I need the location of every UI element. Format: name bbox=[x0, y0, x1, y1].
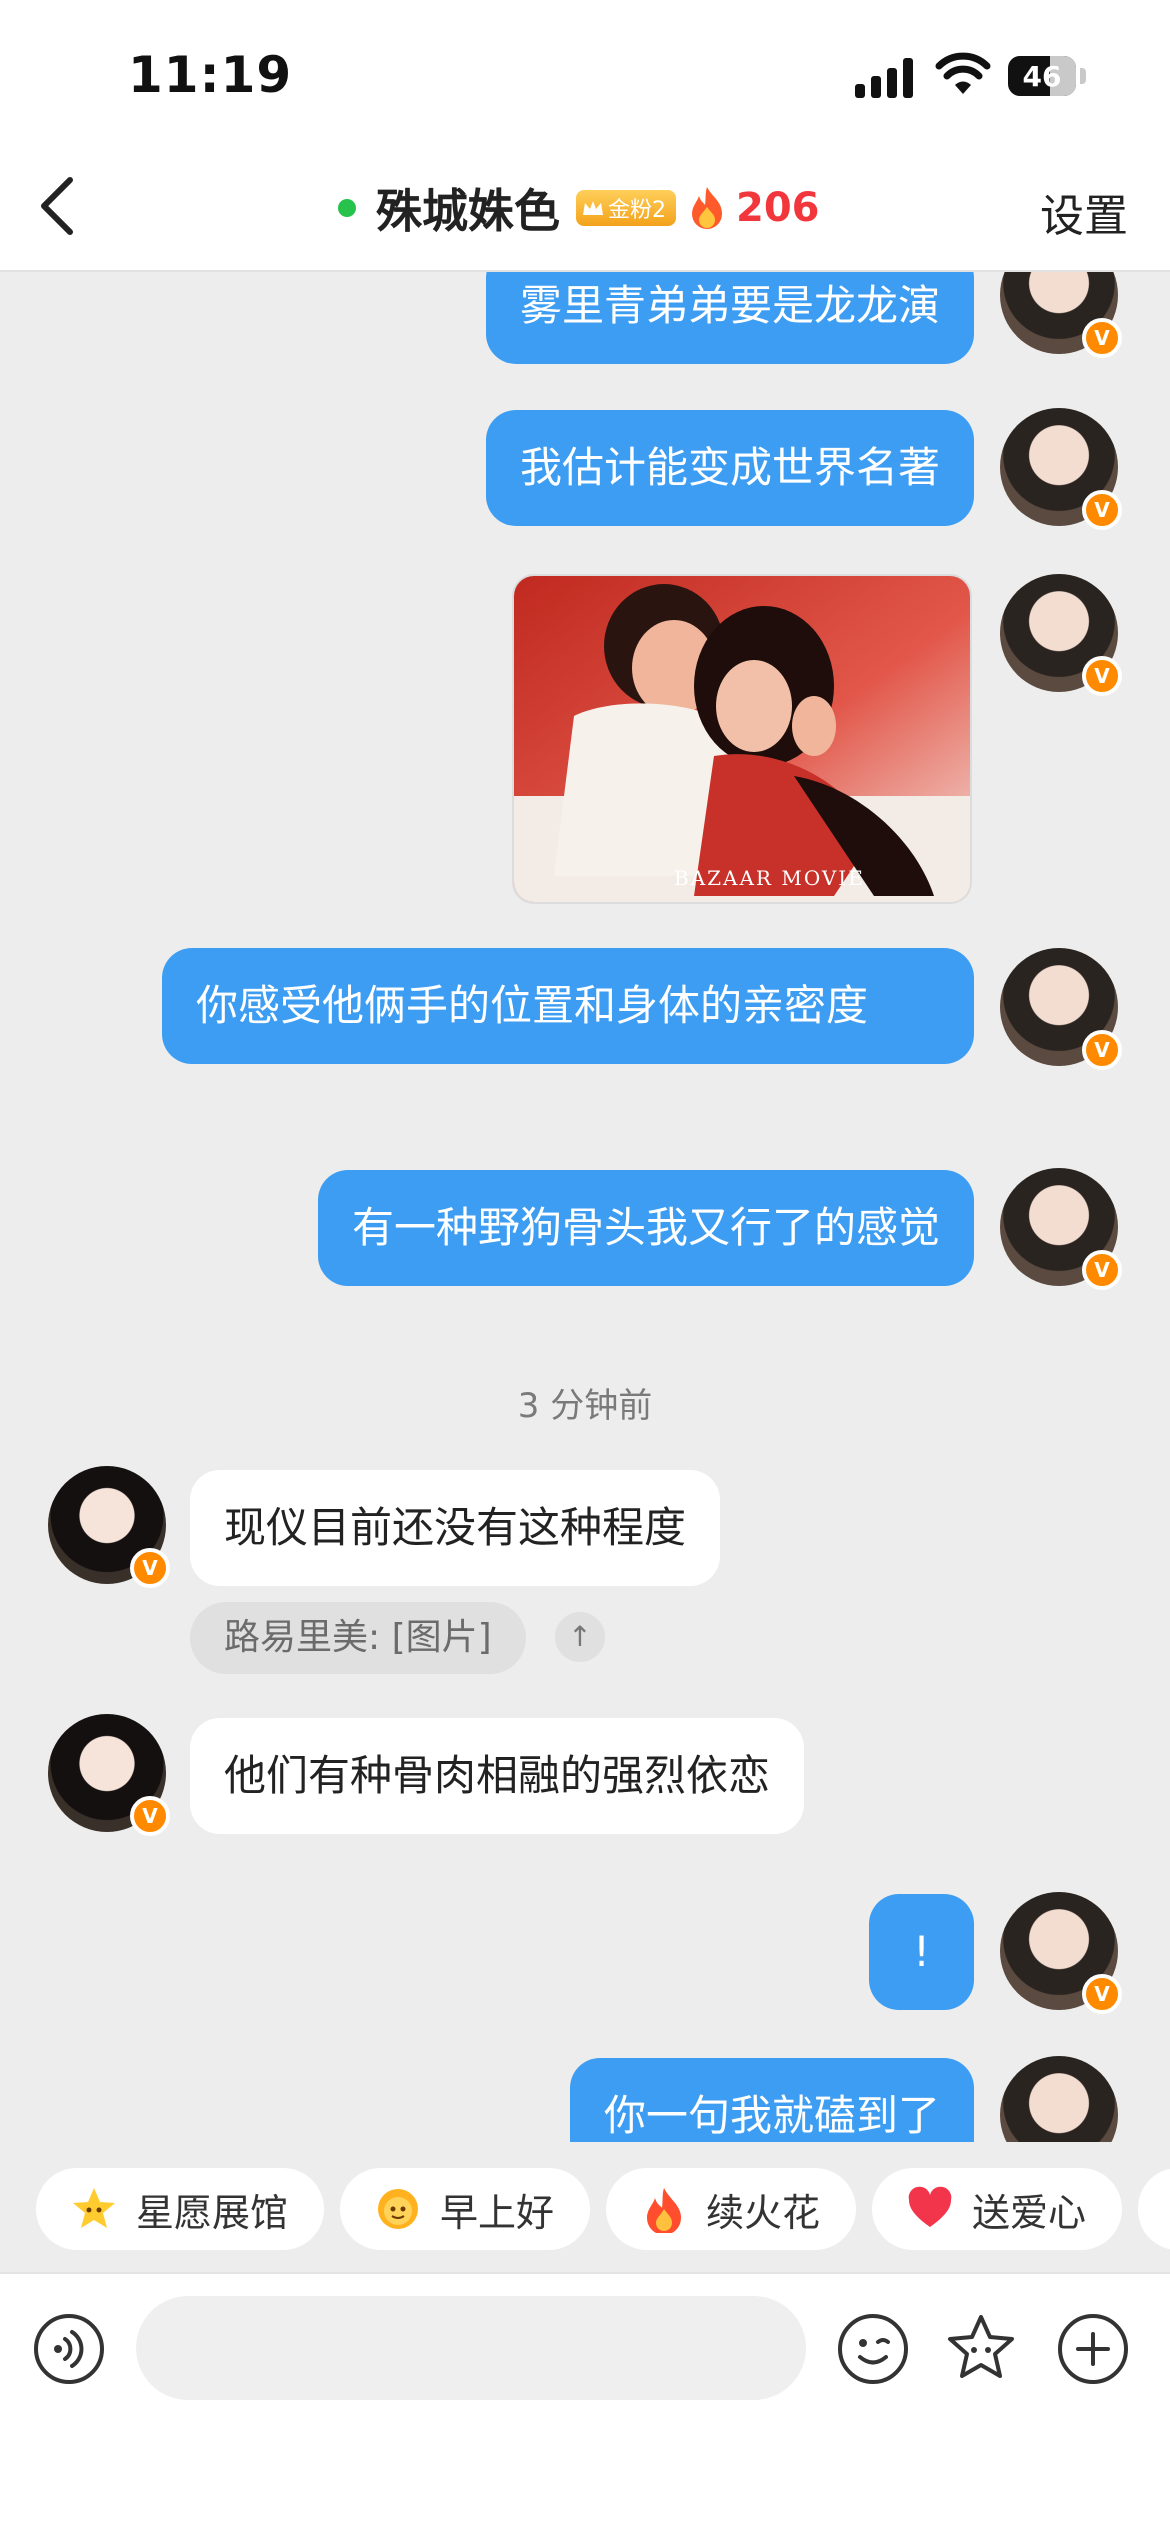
cellular-signal-icon bbox=[855, 58, 915, 98]
sun-face-icon bbox=[378, 2189, 418, 2229]
flame-icon bbox=[692, 187, 722, 229]
battery-icon: 46 bbox=[1008, 56, 1076, 96]
verified-badge-icon: V bbox=[1082, 490, 1122, 530]
verified-badge-icon: V bbox=[1082, 1030, 1122, 1070]
avatar[interactable]: V bbox=[1000, 1168, 1122, 1290]
crown-icon bbox=[583, 201, 603, 215]
message-input[interactable] bbox=[136, 2296, 806, 2400]
online-status-dot bbox=[338, 199, 356, 217]
top-bar: 11:19 46 殊城姝色 金粉2 206 设置 bbox=[0, 0, 1170, 272]
quick-action-chips: 星愿展馆 早上好 续火花 送爱心 bbox=[0, 2142, 1170, 2272]
battery-level: 46 bbox=[1022, 60, 1062, 93]
message-input-bar bbox=[0, 2272, 1170, 2532]
chip-label: 早上好 bbox=[440, 2190, 555, 2235]
heart-icon bbox=[908, 2186, 952, 2227]
wifi-icon bbox=[935, 52, 991, 94]
photo-couple-embrace bbox=[514, 576, 970, 902]
fan-level-badge: 金粉2 bbox=[576, 190, 676, 226]
message-bubble-received[interactable]: 他们有种骨肉相融的强烈依恋 bbox=[190, 1718, 805, 1834]
avatar[interactable] bbox=[1000, 2056, 1118, 2142]
fan-level-label: 金粉2 bbox=[608, 198, 666, 223]
battery-tip bbox=[1080, 68, 1086, 84]
jump-to-quote-icon[interactable]: ↑ bbox=[555, 1612, 605, 1662]
chip-label: 星愿展馆 bbox=[136, 2190, 289, 2235]
verified-badge-icon: V bbox=[130, 1796, 170, 1836]
verified-badge-icon: V bbox=[1082, 1250, 1122, 1290]
message-bubble-sent[interactable]: ! bbox=[869, 1894, 974, 2010]
verified-badge-icon: V bbox=[1082, 318, 1122, 358]
chat-title: 殊城姝色 bbox=[376, 184, 560, 238]
avatar[interactable]: V bbox=[1000, 408, 1122, 530]
avatar[interactable]: V bbox=[1000, 948, 1122, 1070]
chip-continue-spark[interactable]: 续火花 bbox=[606, 2168, 857, 2250]
quoted-message[interactable]: 路易里美: [图片] bbox=[190, 1602, 526, 1674]
avatar[interactable]: V bbox=[48, 1714, 170, 1836]
image-watermark: BAZAAR MOVIE bbox=[674, 866, 865, 890]
add-plus-icon[interactable] bbox=[1056, 2312, 1130, 2386]
emoji-icon[interactable] bbox=[836, 2312, 910, 2386]
avatar[interactable]: V bbox=[1000, 1892, 1122, 2014]
chip-more-partial[interactable] bbox=[1138, 2168, 1170, 2250]
fire-icon bbox=[647, 2188, 681, 2233]
back-arrow-icon[interactable] bbox=[28, 170, 88, 242]
fire-streak-count: 206 bbox=[736, 185, 820, 231]
message-bubble-received[interactable]: 现仪目前还没有这种程度 bbox=[190, 1470, 721, 1586]
chat-title-group[interactable]: 殊城姝色 金粉2 206 bbox=[338, 176, 820, 240]
chat-message-list[interactable]: 雾里青弟弟要是龙龙演 V 我估计能变成世界名著 V BAZAAR MOVIE V… bbox=[0, 272, 1170, 2142]
verified-badge-icon: V bbox=[1082, 1974, 1122, 2014]
message-bubble-sent[interactable]: 我估计能变成世界名著 bbox=[485, 410, 974, 526]
avatar[interactable]: V bbox=[48, 1466, 170, 1588]
verified-badge-icon: V bbox=[130, 1548, 170, 1588]
sticker-star-icon[interactable] bbox=[944, 2312, 1018, 2386]
verified-badge-icon: V bbox=[1082, 656, 1122, 696]
chip-send-love[interactable]: 送爱心 bbox=[872, 2168, 1123, 2250]
chip-label: 送爱心 bbox=[972, 2190, 1087, 2235]
avatar[interactable]: V bbox=[1000, 272, 1122, 358]
avatar[interactable]: V bbox=[1000, 574, 1122, 696]
status-time: 11:19 bbox=[128, 46, 293, 104]
message-timestamp: 3 分钟前 bbox=[517, 1386, 653, 1426]
chip-label: 续火花 bbox=[706, 2190, 821, 2235]
settings-button[interactable]: 设置 bbox=[1040, 180, 1128, 244]
message-bubble-sent[interactable]: 你一句我就磕到了 bbox=[569, 2058, 974, 2142]
chip-good-morning[interactable]: 早上好 bbox=[340, 2168, 591, 2250]
star-face-icon bbox=[73, 2188, 115, 2228]
message-image[interactable]: BAZAAR MOVIE bbox=[512, 574, 972, 904]
message-bubble-sent[interactable]: 你感受他俩手的位置和身体的亲密度 bbox=[162, 948, 974, 1064]
chip-star-wish-gallery[interactable]: 星愿展馆 bbox=[36, 2168, 325, 2250]
message-bubble-sent[interactable]: 有一种野狗骨头我又行了的感觉 bbox=[317, 1170, 974, 1286]
voice-input-icon[interactable] bbox=[32, 2312, 106, 2386]
message-bubble-sent[interactable]: 雾里青弟弟要是龙龙演 bbox=[485, 272, 974, 364]
